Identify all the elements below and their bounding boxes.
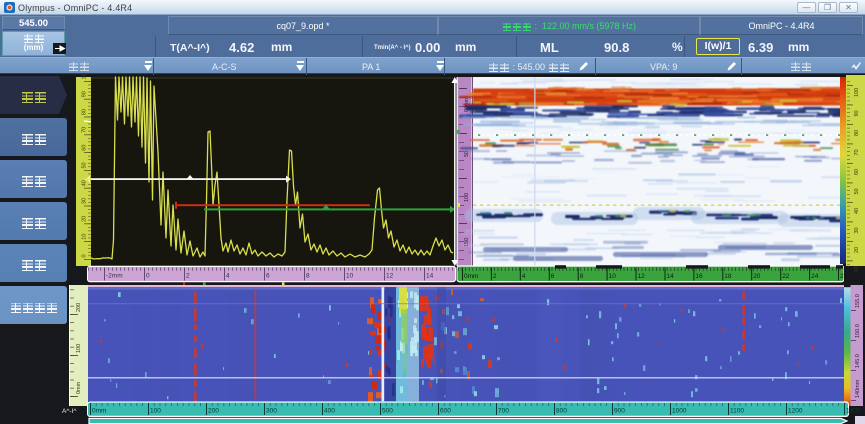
svg-text:100: 100 bbox=[464, 193, 470, 202]
svg-text:70: 70 bbox=[854, 149, 860, 155]
svg-text:4: 4 bbox=[226, 273, 230, 280]
svg-text:400: 400 bbox=[324, 407, 335, 414]
svg-text:40: 40 bbox=[854, 208, 860, 214]
svg-text:300: 300 bbox=[266, 407, 277, 414]
svg-text:1300: 1300 bbox=[846, 407, 861, 414]
svg-text:20: 20 bbox=[854, 247, 860, 253]
svg-text:A^-I^: A^-I^ bbox=[62, 408, 77, 415]
svg-text:700: 700 bbox=[498, 407, 509, 414]
svg-text:145.0: 145.0 bbox=[855, 354, 861, 368]
svg-text:200: 200 bbox=[208, 407, 219, 414]
svg-text:14: 14 bbox=[426, 273, 434, 280]
svg-text:50: 50 bbox=[82, 162, 88, 168]
svg-text:30: 30 bbox=[854, 227, 860, 233]
svg-text:155.0: 155.0 bbox=[855, 294, 861, 308]
svg-text:18: 18 bbox=[724, 273, 732, 280]
svg-text:90: 90 bbox=[854, 110, 860, 116]
svg-text:60: 60 bbox=[854, 169, 860, 175]
svg-text:0mm: 0mm bbox=[92, 407, 106, 414]
svg-text:12: 12 bbox=[638, 273, 646, 280]
svg-text:20: 20 bbox=[753, 273, 761, 280]
svg-text:22: 22 bbox=[782, 273, 790, 280]
svg-text:500: 500 bbox=[382, 407, 393, 414]
svg-text:4: 4 bbox=[522, 273, 526, 280]
svg-text:8: 8 bbox=[580, 273, 584, 280]
svg-text:1100: 1100 bbox=[730, 407, 744, 414]
svg-text:10: 10 bbox=[346, 273, 354, 280]
svg-text:800: 800 bbox=[556, 407, 567, 414]
svg-text:70: 70 bbox=[82, 127, 88, 133]
svg-text:30: 30 bbox=[82, 198, 88, 204]
svg-text:6: 6 bbox=[551, 273, 555, 280]
svg-text:14: 14 bbox=[667, 273, 675, 280]
svg-text:900: 900 bbox=[614, 407, 625, 414]
svg-text:-2mm: -2mm bbox=[106, 273, 123, 280]
svg-text:90: 90 bbox=[82, 91, 88, 97]
svg-text:8: 8 bbox=[306, 273, 310, 280]
svg-text:16: 16 bbox=[695, 273, 703, 280]
svg-text:0: 0 bbox=[146, 273, 150, 280]
svg-text:0: 0 bbox=[82, 254, 88, 257]
svg-text:12: 12 bbox=[386, 273, 394, 280]
svg-text:1000: 1000 bbox=[672, 407, 687, 414]
svg-text:140mm: 140mm bbox=[855, 379, 861, 398]
svg-text:100: 100 bbox=[76, 344, 82, 353]
svg-text:10: 10 bbox=[609, 273, 617, 280]
svg-text:100: 100 bbox=[854, 88, 860, 97]
svg-text:0mm: 0mm bbox=[76, 381, 82, 394]
svg-text:0mm: 0mm bbox=[464, 273, 478, 280]
svg-text:40: 40 bbox=[82, 180, 88, 186]
svg-text:1200: 1200 bbox=[788, 407, 803, 414]
svg-text:100: 100 bbox=[82, 74, 88, 80]
svg-text:10: 10 bbox=[854, 266, 860, 272]
svg-text:24: 24 bbox=[811, 273, 819, 280]
svg-text:100: 100 bbox=[150, 407, 161, 414]
svg-text:20: 20 bbox=[82, 216, 88, 222]
svg-text:200: 200 bbox=[76, 303, 82, 312]
svg-text:600: 600 bbox=[440, 407, 451, 414]
svg-text:50: 50 bbox=[854, 188, 860, 194]
svg-text:80: 80 bbox=[854, 130, 860, 136]
svg-text:6: 6 bbox=[266, 273, 270, 280]
svg-text:80: 80 bbox=[82, 109, 88, 115]
svg-text:150.0: 150.0 bbox=[855, 324, 861, 338]
svg-text:60: 60 bbox=[82, 145, 88, 151]
svg-text:2: 2 bbox=[493, 273, 497, 280]
svg-text:2: 2 bbox=[186, 273, 190, 280]
svg-text:10: 10 bbox=[82, 234, 88, 240]
